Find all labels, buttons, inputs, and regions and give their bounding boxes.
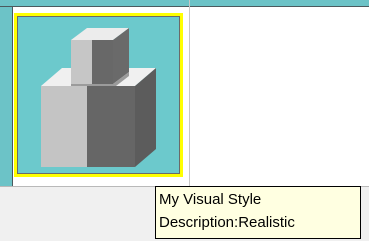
visual-style-tile-my-visual-style[interactable] — [14, 13, 183, 177]
visual-styles-palette — [0, 0, 369, 187]
tooltip-description: Description:Realistic — [159, 214, 295, 231]
stacked-cubes-icon — [41, 28, 156, 167]
visual-styles-palette-view: My Visual Style Description:Realistic — [0, 0, 369, 241]
adjacent-style-tile-edge[interactable] — [0, 7, 12, 186]
previous-row-edge — [0, 0, 369, 7]
tooltip-title: My Visual Style — [159, 191, 262, 208]
visual-style-tooltip: My Visual Style Description:Realistic — [155, 186, 361, 239]
tile-divider — [189, 0, 190, 186]
